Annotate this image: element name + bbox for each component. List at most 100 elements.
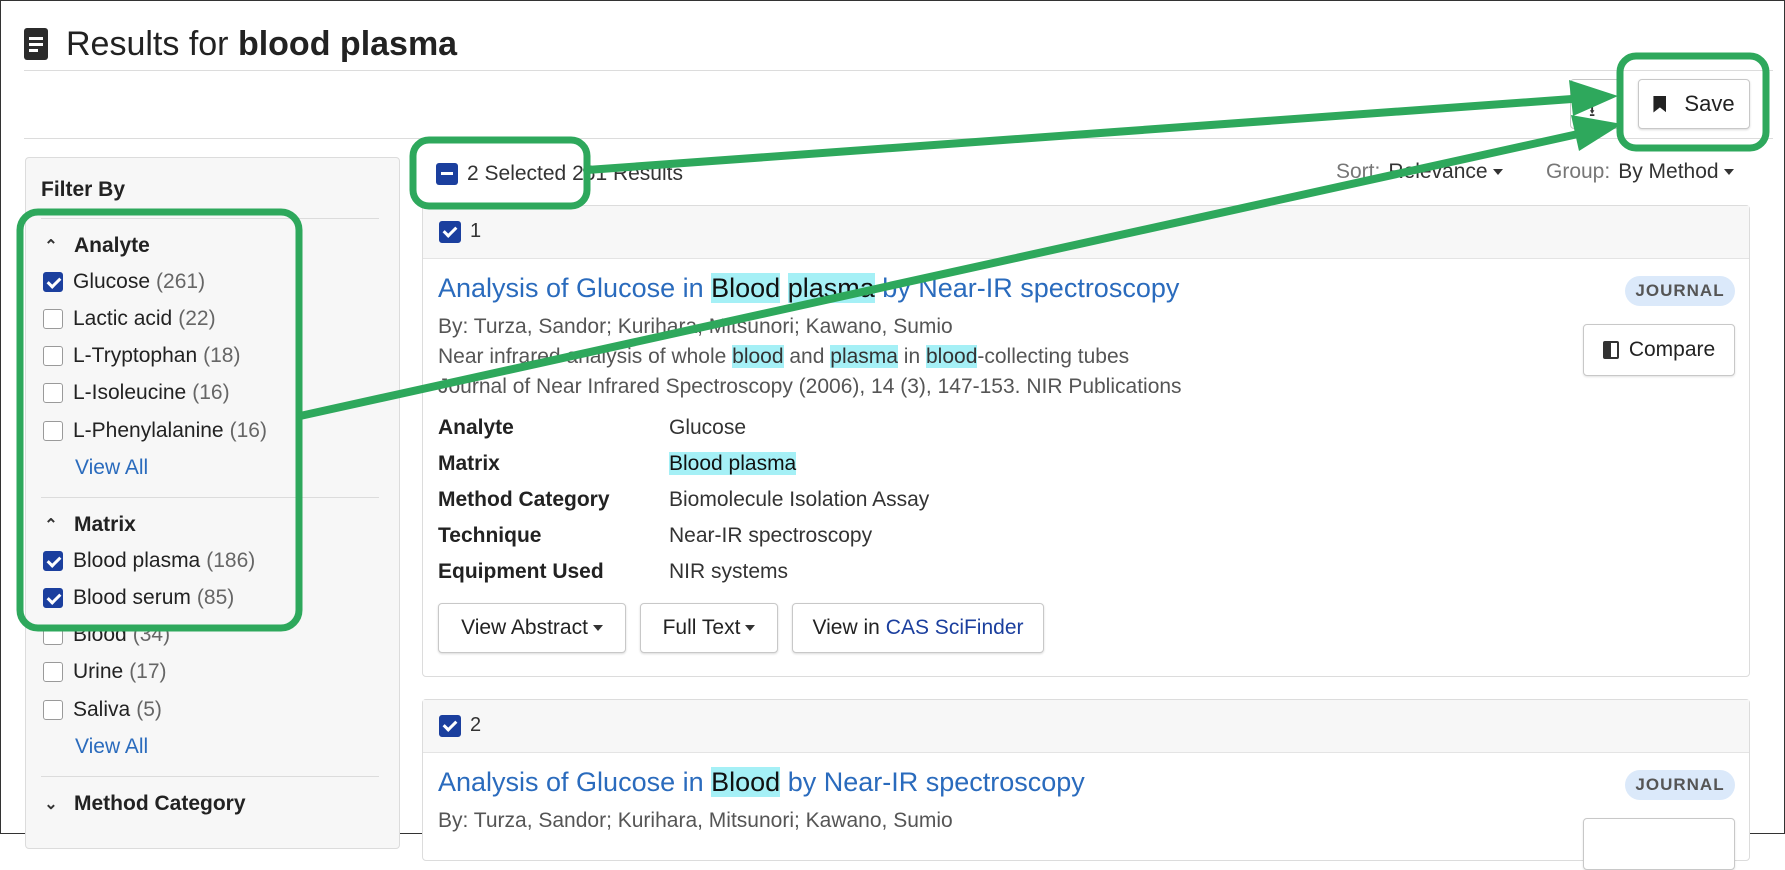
subtitle-highlight: plasma xyxy=(830,345,898,368)
subtitle-highlight: blood xyxy=(925,345,978,368)
document-type-badge: JOURNAL xyxy=(1625,770,1735,800)
title-text: by Near-IR spectroscopy xyxy=(874,273,1180,303)
view-all-analyte-link[interactable]: View All xyxy=(75,456,148,480)
checkbox-unchecked[interactable] xyxy=(43,700,63,720)
result-title-link[interactable]: Analysis of Glucose in Blood plasma by N… xyxy=(438,273,1179,304)
full-text-label: Full Text xyxy=(662,616,741,639)
document-type-badge: JOURNAL xyxy=(1625,276,1735,306)
result-number: 1 xyxy=(470,220,482,242)
facet-method-category-label: Method Category xyxy=(74,792,246,815)
title-text: Analysis of Glucose in xyxy=(438,273,712,303)
result-source: Journal of Near Infrared Spectroscopy (2… xyxy=(438,375,1182,398)
scifinder-brand: CAS SciFinder xyxy=(885,616,1024,639)
select-all-checkbox[interactable] xyxy=(436,163,458,185)
facet-method-category-toggle[interactable]: ⌄ Method Category xyxy=(44,792,246,816)
sidebar-divider xyxy=(41,497,379,498)
checkbox-unchecked[interactable] xyxy=(43,346,63,366)
facet-item-lactic-acid[interactable]: Lactic acid (22) xyxy=(43,307,216,331)
chevron-down-icon: ⌄ xyxy=(44,796,58,813)
sort-value: Relevance xyxy=(1388,160,1488,183)
facet-item-blood[interactable]: Blood (34) xyxy=(43,623,170,647)
facet-item-glucose[interactable]: Glucose (261) xyxy=(43,270,205,294)
facet-item-label: L-Tryptophan xyxy=(73,344,198,367)
checkbox-unchecked[interactable] xyxy=(43,309,63,329)
facet-analyte-label: Analyte xyxy=(74,234,150,257)
title-highlight: Blood xyxy=(711,273,781,303)
field-label: Technique xyxy=(438,524,542,547)
checkbox-checked[interactable] xyxy=(43,272,63,292)
full-text-button[interactable]: Full Text xyxy=(640,603,778,653)
view-all-matrix-link[interactable]: View All xyxy=(75,735,148,759)
facet-item-count: (34) xyxy=(132,623,171,646)
facet-item-saliva[interactable]: Saliva (5) xyxy=(43,698,162,722)
facet-item-count: (186) xyxy=(206,549,256,572)
facet-item-count: (85) xyxy=(196,586,235,609)
page-header: Results for blood plasma xyxy=(24,22,457,66)
facet-item-count: (22) xyxy=(178,307,216,330)
title-text: by Near-IR spectroscopy xyxy=(780,767,1085,797)
facet-item-l-phenylalanine[interactable]: L-Phenylalanine (16) xyxy=(43,419,267,443)
facet-item-label: Urine xyxy=(73,660,124,683)
view-abstract-button[interactable]: View Abstract xyxy=(438,603,626,653)
compare-button[interactable] xyxy=(1583,818,1735,870)
chevron-up-icon: ⌃ xyxy=(44,238,58,255)
view-in-label: View in xyxy=(812,616,880,639)
field-label: Matrix xyxy=(438,452,500,475)
checkbox-checked[interactable] xyxy=(43,551,63,571)
selected-count: 2 Selected xyxy=(467,162,567,185)
result-card: 1 Analysis of Glucose in Blood plasma by… xyxy=(422,205,1750,677)
result-checkbox[interactable] xyxy=(439,715,461,737)
page-title-prefix: Results for xyxy=(66,24,229,63)
caret-down-icon xyxy=(745,625,756,631)
facet-item-label: L-Isoleucine xyxy=(73,381,187,404)
toolbar-divider xyxy=(24,138,1773,139)
facet-matrix-toggle[interactable]: ⌃ Matrix xyxy=(44,513,136,537)
facet-item-label: Blood serum xyxy=(73,586,191,609)
field-label: Equipment Used xyxy=(438,560,604,583)
save-button[interactable]: Save xyxy=(1638,79,1750,129)
title-text xyxy=(780,273,788,303)
export-button[interactable]: ⭳ xyxy=(1570,79,1620,129)
subtitle-text: -collecting tubes xyxy=(977,345,1130,368)
field-value: Glucose xyxy=(669,416,747,439)
header-divider xyxy=(24,70,1773,71)
facet-item-l-tryptophan[interactable]: L-Tryptophan (18) xyxy=(43,344,240,368)
facet-item-count: (16) xyxy=(192,381,230,404)
subtitle-highlight: blood xyxy=(732,345,784,368)
sort-dropdown[interactable]: Sort: Relevance xyxy=(1336,160,1503,184)
checkbox-checked[interactable] xyxy=(43,588,63,608)
result-number: 2 xyxy=(470,714,482,736)
facet-item-count: (16) xyxy=(229,419,267,442)
checkbox-unchecked[interactable] xyxy=(43,421,63,441)
filter-sidebar: Filter By ⌃ Analyte Glucose (261) Lactic… xyxy=(25,157,400,849)
facet-item-label: L-Phenylalanine xyxy=(73,419,224,442)
compare-button[interactable]: Compare xyxy=(1583,324,1735,376)
checkbox-unchecked[interactable] xyxy=(43,662,63,682)
facet-item-urine[interactable]: Urine (17) xyxy=(43,660,167,684)
view-in-scifinder-button[interactable]: View in CAS SciFinder xyxy=(792,603,1044,653)
compare-label: Compare xyxy=(1628,338,1716,361)
sidebar-divider xyxy=(41,218,379,219)
result-authors: By: Turza, Sandor; Kurihara, Mitsunori; … xyxy=(438,809,953,832)
result-title-link[interactable]: Analysis of Glucose in Blood by Near-IR … xyxy=(438,767,1085,798)
result-checkbox[interactable] xyxy=(439,221,461,243)
field-label: Method Category xyxy=(438,488,610,511)
field-value: Blood plasma xyxy=(669,452,797,476)
title-highlight: plasma xyxy=(787,273,875,303)
group-dropdown[interactable]: Group: By Method xyxy=(1546,160,1734,184)
facet-item-label: Lactic acid xyxy=(73,307,173,330)
facet-item-l-isoleucine[interactable]: L-Isoleucine (16) xyxy=(43,381,230,405)
results-count: 261 Results xyxy=(572,162,683,185)
result-subtitle: Near infrared analysis of whole blood an… xyxy=(438,345,1129,369)
page-title: Results for blood plasma xyxy=(66,25,457,64)
facet-analyte-toggle[interactable]: ⌃ Analyte xyxy=(44,234,150,258)
facet-item-blood-plasma[interactable]: Blood plasma (186) xyxy=(43,549,255,573)
field-value: Biomolecule Isolation Assay xyxy=(669,488,930,511)
title-text: Analysis of Glucose in xyxy=(438,767,712,797)
facet-item-blood-serum[interactable]: Blood serum (85) xyxy=(43,586,234,610)
checkbox-unchecked[interactable] xyxy=(43,625,63,645)
selection-summary: 2 Selected 261 Results xyxy=(467,162,683,186)
result-authors: By: Turza, Sandor; Kurihara, Mitsunori; … xyxy=(438,315,953,338)
checkbox-unchecked[interactable] xyxy=(43,383,63,403)
subtitle-text: Near infrared analysis of whole xyxy=(438,345,733,368)
